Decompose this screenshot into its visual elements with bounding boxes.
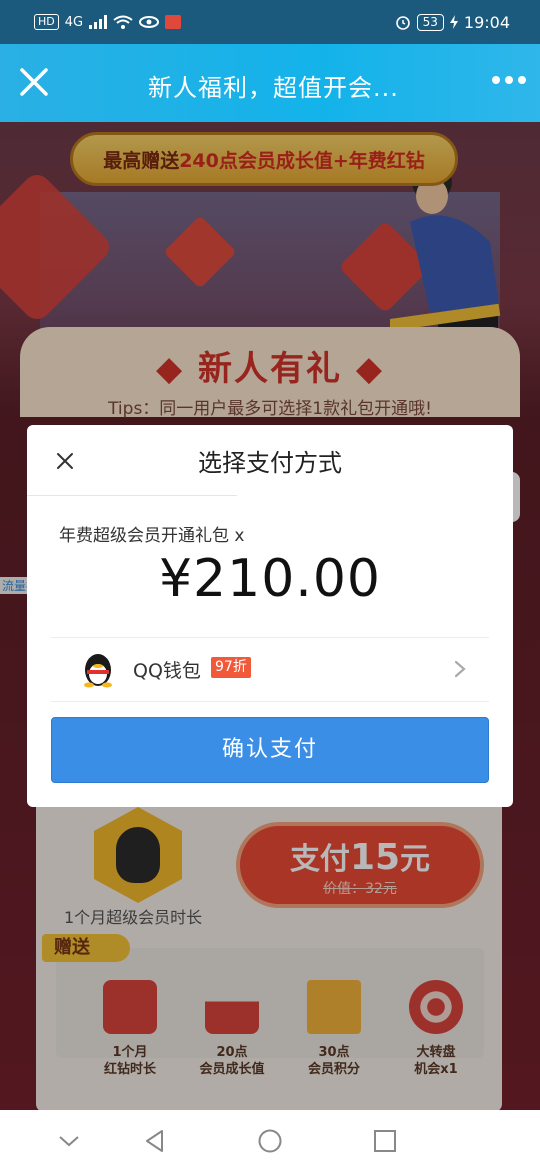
discount-badge: 97折 bbox=[211, 657, 251, 678]
hd-indicator: HD bbox=[34, 14, 59, 30]
title-bar: 新人福利，超值开会... bbox=[0, 44, 540, 122]
wifi-icon bbox=[113, 15, 133, 29]
charging-icon bbox=[449, 15, 458, 29]
page-title: 新人福利，超值开会... bbox=[148, 74, 399, 102]
network-type: 4G bbox=[64, 14, 84, 30]
price-amount: ¥210.00 bbox=[158, 549, 382, 609]
payment-dialog: 选择支付方式 年费超级会员开通礼包 x ¥210.00 QQ钱包 97折 确认支… bbox=[27, 425, 513, 807]
payment-method-qq-wallet[interactable]: QQ钱包 97折 bbox=[51, 638, 489, 702]
system-nav-bar bbox=[0, 1110, 540, 1170]
chevron-right-icon bbox=[454, 660, 466, 678]
eye-icon bbox=[139, 16, 160, 28]
divider bbox=[51, 701, 489, 702]
status-right: 53 19:04 bbox=[395, 13, 510, 32]
signal-icon bbox=[89, 15, 108, 29]
status-left: HD 4G bbox=[34, 14, 182, 30]
more-options-icon[interactable] bbox=[492, 76, 526, 84]
home-icon[interactable] bbox=[257, 1128, 283, 1154]
back-icon[interactable] bbox=[142, 1128, 168, 1154]
divider bbox=[27, 495, 237, 496]
app-notification-icon bbox=[165, 15, 182, 29]
hide-keyboard-icon[interactable] bbox=[56, 1128, 82, 1154]
qq-penguin-icon bbox=[84, 654, 112, 688]
status-bar: HD 4G 53 19:04 bbox=[0, 0, 540, 44]
dialog-title: 选择支付方式 bbox=[198, 449, 342, 477]
battery-level: 53 bbox=[416, 13, 444, 31]
payment-method-name: QQ钱包 bbox=[133, 660, 201, 682]
product-name: 年费超级会员开通礼包 x bbox=[59, 526, 245, 546]
confirm-payment-button[interactable]: 确认支付 bbox=[51, 717, 489, 783]
close-icon[interactable] bbox=[18, 66, 50, 98]
clock: 19:04 bbox=[463, 12, 510, 32]
alarm-icon bbox=[395, 16, 410, 30]
recent-apps-icon[interactable] bbox=[372, 1128, 398, 1154]
